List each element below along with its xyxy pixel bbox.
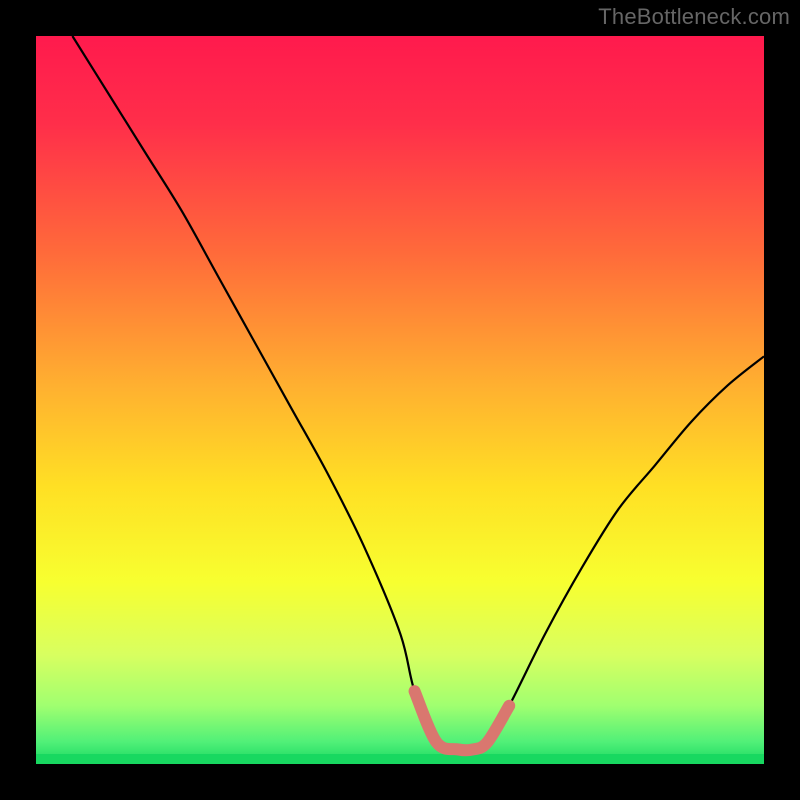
chart-frame: TheBottleneck.com	[0, 0, 800, 800]
watermark-text: TheBottleneck.com	[598, 4, 790, 30]
curve-layer	[36, 36, 764, 764]
optimal-highlight	[415, 691, 510, 750]
plot-area	[36, 36, 764, 764]
bottleneck-curve	[72, 36, 764, 750]
